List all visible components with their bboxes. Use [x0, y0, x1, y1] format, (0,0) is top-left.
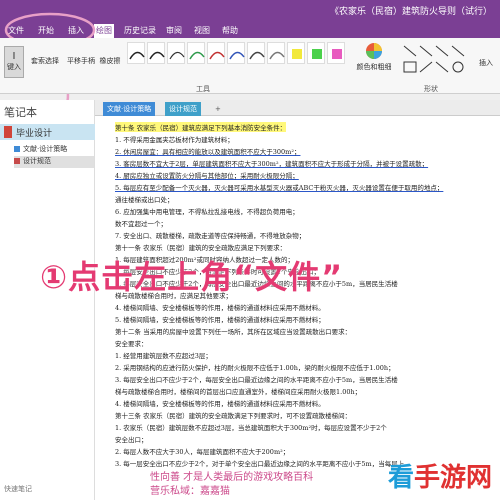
doc-line: 数不宜超过一个； — [115, 220, 167, 228]
logo-mark: 看 — [387, 463, 414, 493]
section-color-icon — [14, 158, 20, 164]
highlighter-yellow[interactable] — [287, 42, 305, 64]
doc-line: 4. 楼梯间隔墙，安全楼梯板等的作用，楼梯的通道材料应采用不燃材料。 — [115, 400, 325, 408]
doc-line: 第十条 农家乐（民宿）建筑应满足下列基本消防安全条件： — [115, 122, 287, 132]
page-tab-literature[interactable]: 文献·设计策略 — [103, 102, 156, 116]
section-tab-strip: 文献·设计策略 设计规范 + — [95, 100, 500, 116]
type-button[interactable]: I 键入 — [4, 46, 24, 78]
watermark-line-1: 性向善 才是人类最后的游戏攻略百科 — [150, 472, 314, 483]
doc-line: 3. 每一层安全出口不应少于2个，对于单个安全出口最近边缘之间的水平距离不应小于… — [115, 460, 405, 468]
pen-black[interactable] — [127, 42, 145, 64]
doc-line: 4. 楼梯间隔墙、安全楼梯板等的作用，楼梯的通道材料应采用不燃材料。 — [115, 304, 325, 312]
notebook-pane-title: 笔记本 — [4, 106, 37, 119]
watermark-line-2: 营乐私域：嘉嘉猫 — [150, 486, 230, 497]
doc-line: 梯与疏散楼梯合用时，楼梯间的首层出口应直通室外，楼梯间应采用耐火极限1.00h； — [115, 388, 362, 396]
doc-line: 5. 楼梯间隔墙，安全楼梯板等的作用，楼梯的通道材料应采用不燃材料； — [115, 316, 325, 324]
quick-notes-link[interactable]: 快速笔记 — [4, 484, 32, 494]
pen-black-2[interactable] — [147, 42, 165, 64]
pen-gray[interactable] — [267, 42, 285, 64]
section-color-icon — [14, 146, 20, 152]
highlighter-pink[interactable] — [327, 42, 345, 64]
eraser-button[interactable]: 橡皮擦 — [96, 56, 124, 66]
doc-line: 1. 不得采用金属夹芯板材作为建筑材料； — [115, 136, 234, 144]
page-area: 文献·设计策略 设计规范 + 第十条 农家乐（民宿）建筑应满足下列基本消防安全条… — [95, 100, 500, 500]
section-item-specs[interactable]: 设计规范 — [14, 156, 94, 168]
logo-text: 手游网 — [413, 463, 492, 493]
highlighter-green[interactable] — [307, 42, 325, 64]
page-tab-specs[interactable]: 设计规范 — [165, 102, 201, 116]
lasso-select-button[interactable]: 套索选择 — [28, 56, 62, 66]
notebook-item[interactable]: 毕业设计 — [0, 124, 95, 140]
color-wheel-icon — [366, 43, 382, 59]
pen-blue[interactable] — [227, 42, 245, 64]
pen-black-3[interactable] — [167, 42, 185, 64]
section-item-literature[interactable]: 文献·设计策略 — [14, 144, 94, 156]
notebook-icon — [4, 126, 12, 138]
tutorial-annotation: ①点击左上角“文件” — [40, 258, 344, 296]
site-logo: 看手游网 — [388, 457, 492, 494]
doc-line: 6. 应加强集中用电管理，不得私拉乱接电线，不得超负荷用电； — [115, 208, 299, 216]
doc-line: 2. 休闲房屋宜：具有相应的能放以及建筑面积不应大于300m²； — [115, 148, 301, 156]
pan-hand-button[interactable]: 平移手柄 — [64, 56, 98, 66]
notebook-sidebar: 笔记本 毕业设计 文献·设计策略 设计规范 快速笔记 — [0, 100, 95, 500]
doc-line: 第十三条 农家乐（民宿）建筑的安全疏散满足下列要求时，可不设置疏散楼梯间： — [115, 412, 352, 420]
insert-space-button[interactable]: 插入 — [474, 58, 498, 68]
tools-group-label: 工具 — [196, 85, 210, 93]
doc-line: 1. 经营用建筑层数不应超过3层； — [115, 352, 212, 360]
doc-line: 第十一条 农家乐（民宿）建筑的安全疏散应满足下列要求： — [115, 244, 287, 252]
color-thickness-button[interactable]: 颜色和粗细 — [352, 42, 396, 72]
pen-red[interactable] — [207, 42, 225, 64]
doc-line: 2. 每层人数不应大于30人，每层建筑面积不应大于200m²； — [115, 448, 290, 456]
doc-line: 2. 采用钢结构的应进行防火保护，柱的耐火极限不应低于1.00h，梁的耐火极限不… — [115, 364, 395, 372]
doc-line: 5. 每层应有至少配备一个灭火器，灭火器可采用水基型灭火器或ABC干粉灭火器，灭… — [115, 184, 444, 192]
document-body[interactable]: 第十条 农家乐（民宿）建筑应满足下列基本消防安全条件： 1. 不得采用金属夹芯板… — [115, 122, 500, 482]
doc-line: 7. 安全出口、疏散楼梯，疏散走道等应保持畅通，不得堆放杂物； — [115, 232, 306, 240]
pen-dark[interactable] — [247, 42, 265, 64]
doc-line: 第十二条 当采用的房屋中设置下列任一场所，其所在区域应当设置疏散出口要求： — [115, 328, 352, 336]
doc-line: 3. 客房层数不宜大于2层，单层建筑面积不应大于300m²，建筑面积不应大于形成… — [115, 160, 429, 168]
pen-green[interactable] — [187, 42, 205, 64]
ribbon: I 键入 套索选择 平移手柄 橡皮擦 工具 颜色和粗细 形状 插入 — [0, 38, 500, 94]
cursor-icon: I — [12, 51, 16, 62]
shapes-group-label: 形状 — [424, 85, 438, 93]
shapes-gallery[interactable] — [400, 42, 468, 78]
notebook-label: 毕业设计 — [16, 129, 53, 139]
doc-line: 1. 农家乐（民宿）建筑层数不应超过3层，当总建筑面积大于300m²时，每层应设… — [115, 424, 387, 432]
add-section-button[interactable]: + — [211, 102, 225, 116]
doc-line: 安全要求： — [115, 340, 148, 348]
doc-line: 3. 每层安全出口不应少于2个，每层安全出口最近边缘之间的水平距离不应小于5m，… — [115, 376, 398, 384]
doc-line: 安全出口； — [115, 436, 148, 444]
doc-line: 4. 厨房应独立或设置防火分隔与其他部位；采用耐火极限分隔； — [115, 172, 299, 180]
doc-line: 通往楼梯或出口处； — [115, 196, 174, 204]
